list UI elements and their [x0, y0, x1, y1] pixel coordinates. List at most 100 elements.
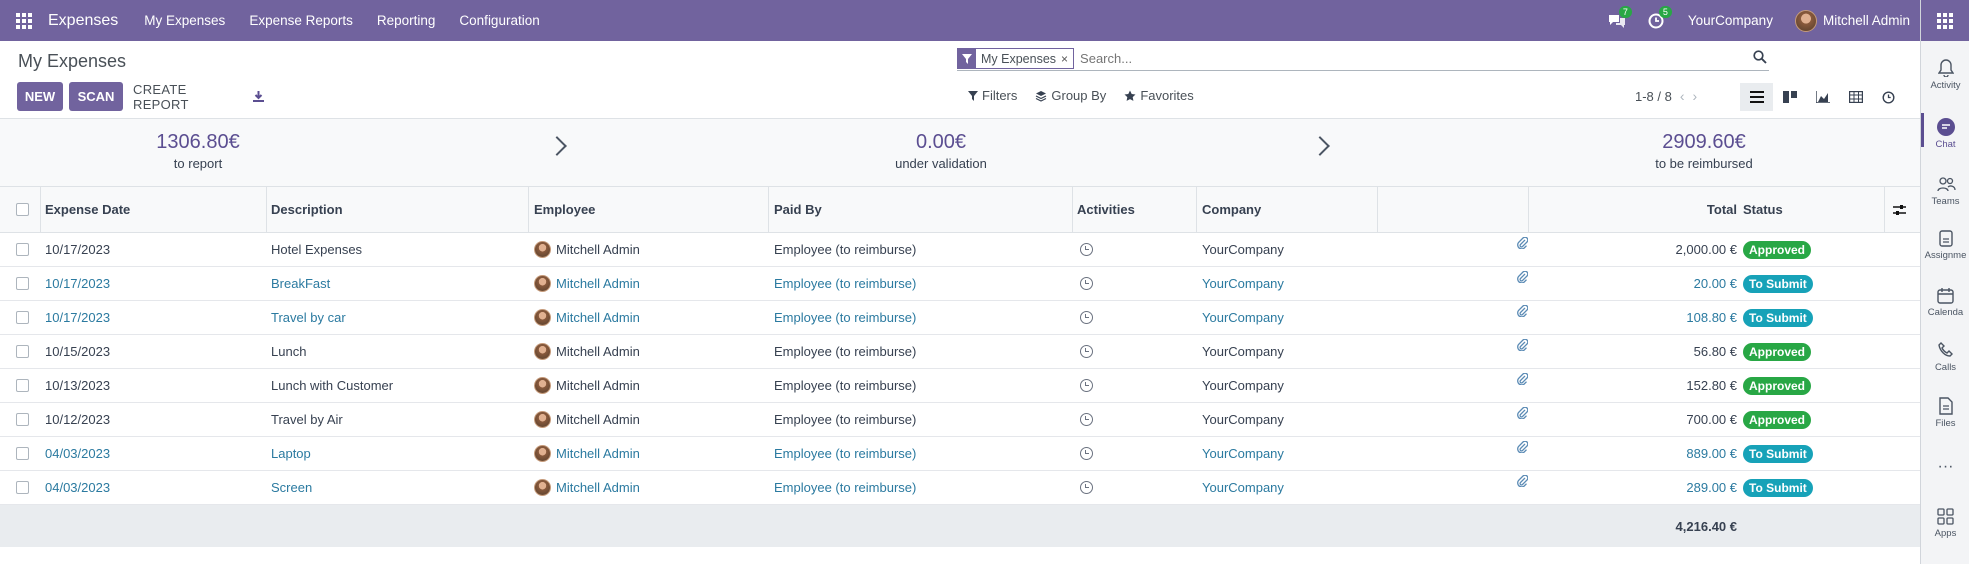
- sidebar-assignments[interactable]: Assignme: [1921, 228, 1969, 261]
- menu-my-expenses[interactable]: My Expenses: [144, 13, 225, 28]
- table-row[interactable]: 10/12/2023 Travel by Air Mitchell Admin Emp…: [0, 403, 1920, 437]
- attachment-paperclip-icon[interactable]: [1517, 328, 1528, 361]
- header-description[interactable]: Description: [271, 187, 343, 232]
- sidebar-calls[interactable]: Calls: [1921, 340, 1969, 373]
- search-icon[interactable]: [1753, 50, 1767, 67]
- bell-icon: [1936, 58, 1956, 78]
- sidebar-teams[interactable]: Teams: [1921, 174, 1969, 207]
- employee-cell[interactable]: Mitchell Admin: [534, 335, 640, 368]
- row-checkbox[interactable]: [16, 471, 29, 504]
- calendar-icon: [1936, 285, 1956, 305]
- expense-date-cell: 10/17/2023: [45, 276, 111, 291]
- messages-button[interactable]: 7: [1608, 5, 1632, 29]
- search-input[interactable]: [1080, 51, 1769, 66]
- row-checkbox[interactable]: [16, 403, 29, 436]
- summary-under-validation[interactable]: 0.00€ under validation: [791, 131, 1091, 171]
- table-row[interactable]: 10/13/2023 Lunch with Customer Mitchell Ad…: [0, 369, 1920, 403]
- user-menu[interactable]: Mitchell Admin: [1794, 9, 1910, 32]
- menu-expense-reports[interactable]: Expense Reports: [249, 13, 353, 28]
- group-by-toggle[interactable]: Group By: [1035, 88, 1106, 103]
- chevron-right-icon: [1310, 136, 1330, 156]
- header-expense-date[interactable]: Expense Date: [45, 187, 130, 232]
- header-total[interactable]: Total: [1540, 187, 1737, 232]
- activity-clock-icon[interactable]: [1080, 471, 1093, 504]
- employee-cell[interactable]: Mitchell Admin: [534, 403, 640, 436]
- pager-previous-icon[interactable]: ‹: [1680, 88, 1685, 104]
- filters-toggle[interactable]: Filters: [968, 88, 1017, 103]
- more-dots-icon: ···: [1937, 458, 1954, 475]
- optional-columns-toggle[interactable]: [1893, 187, 1906, 232]
- app-brand[interactable]: Expenses: [48, 12, 118, 30]
- row-checkbox[interactable]: [16, 437, 29, 470]
- sidebar-activity[interactable]: Activity: [1921, 58, 1969, 91]
- favorites-toggle[interactable]: Favorites: [1124, 88, 1194, 103]
- pager-value[interactable]: 1-8 / 8: [1635, 89, 1672, 104]
- attachment-paperclip-icon[interactable]: [1517, 464, 1528, 497]
- table-row[interactable]: 10/17/2023 Travel by car Mitchell Admin Emp…: [0, 301, 1920, 335]
- row-checkbox[interactable]: [16, 335, 29, 368]
- employee-cell[interactable]: Mitchell Admin: [534, 437, 640, 470]
- attachment-paperclip-icon[interactable]: [1517, 260, 1528, 293]
- new-button[interactable]: NEW: [17, 82, 63, 111]
- summary-to-report[interactable]: 1306.80€ to report: [48, 131, 348, 171]
- table-row[interactable]: 04/03/2023 Laptop Mitchell Admin Employee (…: [0, 437, 1920, 471]
- activity-clock-icon[interactable]: [1080, 437, 1093, 470]
- app-menu-toggle[interactable]: [0, 0, 48, 41]
- employee-cell[interactable]: Mitchell Admin: [534, 233, 640, 266]
- apps-launcher[interactable]: [1921, 0, 1969, 41]
- attachment-paperclip-icon[interactable]: [1517, 362, 1528, 395]
- header-company[interactable]: Company: [1202, 187, 1261, 232]
- activity-clock-icon[interactable]: [1080, 335, 1093, 368]
- list-view-button[interactable]: [1740, 83, 1773, 111]
- header-employee[interactable]: Employee: [534, 187, 595, 232]
- employee-name: Mitchell Admin: [556, 276, 640, 291]
- create-report-button[interactable]: CREATE REPORT: [133, 82, 235, 112]
- sidebar-chat[interactable]: Chat: [1921, 113, 1969, 150]
- sidebar-files[interactable]: Files: [1921, 396, 1969, 429]
- layers-icon: [1036, 90, 1047, 102]
- pivot-view-button[interactable]: [1839, 83, 1872, 111]
- activity-clock-icon[interactable]: [1080, 369, 1093, 402]
- graph-view-button[interactable]: [1806, 83, 1839, 111]
- kanban-view-button[interactable]: [1773, 83, 1806, 111]
- sidebar-apps[interactable]: Apps: [1921, 506, 1969, 539]
- facet-remove-icon[interactable]: ×: [1061, 52, 1073, 66]
- table-row[interactable]: 10/15/2023 Lunch Mitchell Admin Employee (t…: [0, 335, 1920, 369]
- employee-cell[interactable]: Mitchell Admin: [534, 267, 640, 300]
- row-checkbox[interactable]: [16, 267, 29, 300]
- attachment-paperclip-icon[interactable]: [1517, 226, 1528, 259]
- employee-cell[interactable]: Mitchell Admin: [534, 301, 640, 334]
- header-status[interactable]: Status: [1743, 187, 1783, 232]
- header-paid-by[interactable]: Paid By: [774, 187, 822, 232]
- pager-next-icon[interactable]: ›: [1693, 88, 1698, 104]
- activity-clock-icon[interactable]: [1080, 301, 1093, 334]
- sidebar-more[interactable]: ···: [1921, 458, 1969, 476]
- employee-cell[interactable]: Mitchell Admin: [534, 369, 640, 402]
- activity-view-button[interactable]: [1872, 83, 1905, 111]
- attachment-paperclip-icon[interactable]: [1517, 294, 1528, 327]
- activities-button[interactable]: 5: [1648, 5, 1672, 29]
- menu-configuration[interactable]: Configuration: [459, 13, 539, 28]
- summary-to-reimburse[interactable]: 2909.60€ to be reimbursed: [1554, 131, 1854, 171]
- activity-clock-icon[interactable]: [1080, 233, 1093, 266]
- table-row[interactable]: 10/17/2023 BreakFast Mitchell Admin Employe…: [0, 267, 1920, 301]
- paid-by-cell: Employee (to reimburse): [774, 276, 917, 291]
- download-button[interactable]: [248, 82, 268, 111]
- header-activities[interactable]: Activities: [1077, 187, 1135, 232]
- search-facet-my-expenses[interactable]: My Expenses ×: [957, 48, 1075, 69]
- row-checkbox[interactable]: [16, 369, 29, 402]
- activity-clock-icon[interactable]: [1080, 403, 1093, 436]
- menu-reporting[interactable]: Reporting: [377, 13, 436, 28]
- activity-clock-icon[interactable]: [1080, 267, 1093, 300]
- scan-button[interactable]: SCAN: [69, 82, 123, 111]
- employee-cell[interactable]: Mitchell Admin: [534, 471, 640, 504]
- attachment-paperclip-icon[interactable]: [1517, 430, 1528, 463]
- attachment-paperclip-icon[interactable]: [1517, 396, 1528, 429]
- sidebar-calendar[interactable]: Calenda: [1921, 285, 1969, 318]
- row-checkbox[interactable]: [16, 233, 29, 266]
- table-row[interactable]: 04/03/2023 Screen Mitchell Admin Employee (…: [0, 471, 1920, 505]
- row-checkbox[interactable]: [16, 301, 29, 334]
- select-all-checkbox[interactable]: [16, 187, 29, 232]
- company-switcher[interactable]: YourCompany: [1688, 13, 1773, 28]
- table-row[interactable]: 10/17/2023 Hotel Expenses Mitchell Admin Em…: [0, 233, 1920, 267]
